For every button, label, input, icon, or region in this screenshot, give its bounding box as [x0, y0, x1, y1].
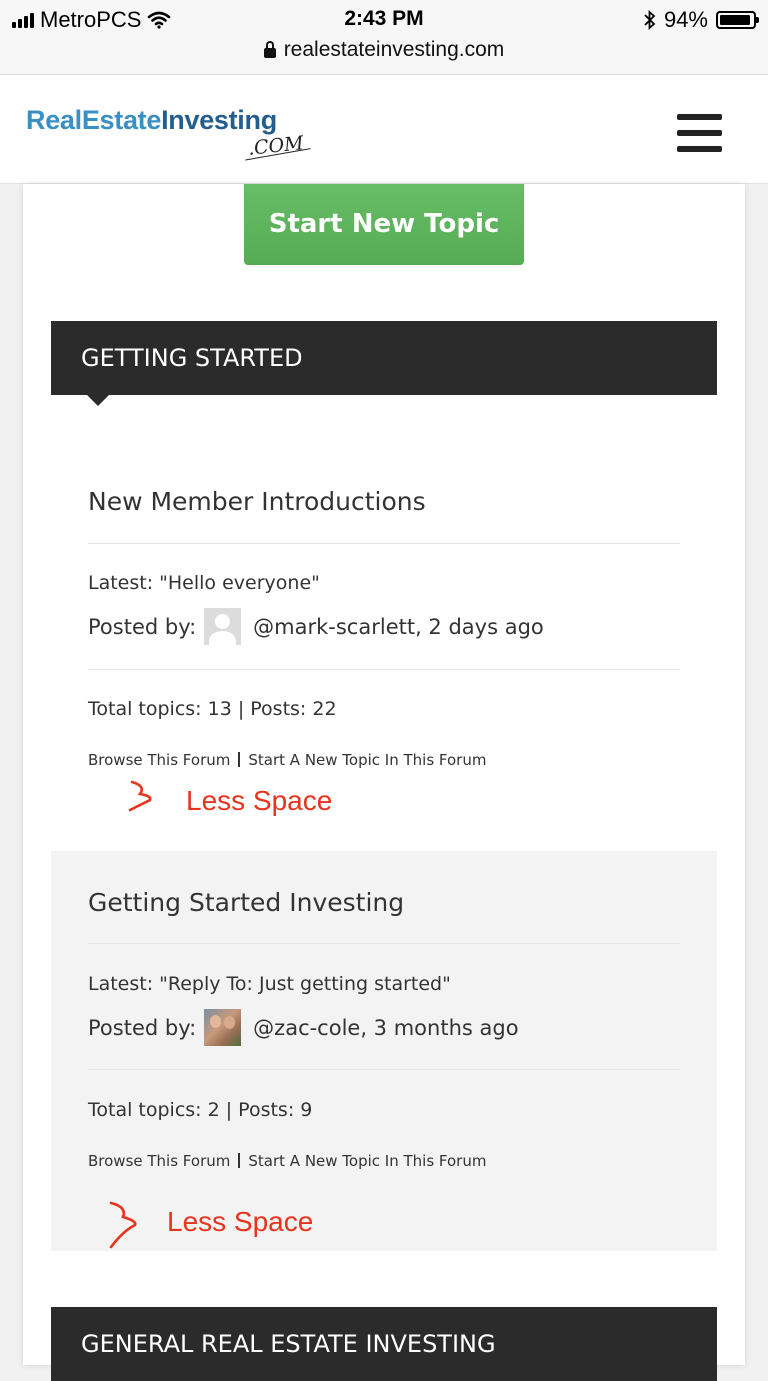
annotation-arrow — [109, 1201, 137, 1249]
posted-by: Posted by: @mark-scarlett, 2 days ago — [88, 608, 544, 645]
latest-post[interactable]: Latest: "Hello everyone" — [88, 572, 320, 594]
hamburger-menu-icon[interactable] — [677, 114, 722, 152]
posted-by-label: Posted by: — [88, 614, 197, 639]
forum-card: Start New Topic GETTING STARTED New Memb… — [23, 184, 745, 1381]
battery-icon — [716, 11, 759, 29]
posted-by: Posted by: @zac-cole, 3 months ago — [88, 1009, 519, 1046]
divider — [238, 752, 241, 767]
section-header-general-real-estate-investing: GENERAL REAL ESTATE INVESTING — [51, 1307, 717, 1381]
section-header-getting-started: GETTING STARTED — [51, 321, 717, 406]
battery-percent: 94% — [663, 7, 708, 32]
forum-totals: Total topics: 2 | Posts: 9 — [88, 1099, 313, 1121]
latest-post[interactable]: Latest: "Reply To: Just getting started" — [88, 973, 451, 995]
bluetooth-icon — [644, 10, 656, 30]
avatar[interactable] — [204, 1009, 242, 1046]
browse-forum-link[interactable]: Browse This Forum — [88, 751, 230, 769]
divider — [88, 669, 680, 670]
browse-forum-link[interactable]: Browse This Forum — [88, 1152, 230, 1170]
section-title: GENERAL REAL ESTATE INVESTING — [81, 1330, 496, 1358]
annotation-arrow — [128, 780, 152, 812]
start-topic-in-forum-link[interactable]: Start A New Topic In This Forum — [248, 751, 486, 769]
logo-text-investing: Investing — [161, 105, 277, 135]
address-bar[interactable]: realestateinvesting.com — [0, 38, 768, 75]
forum-links: Browse This Forum Start A New Topic In Th… — [88, 751, 486, 769]
caret-down-icon — [87, 395, 109, 406]
site-logo[interactable]: RealEstateInvesting .COM — [26, 105, 306, 165]
annotation-text: Less Space — [167, 1206, 314, 1237]
forum-title[interactable]: New Member Introductions — [88, 487, 426, 516]
lock-icon — [263, 40, 276, 58]
logo-text-realestate: RealEstate — [26, 105, 162, 135]
status-bar: MetroPCS 2:43 PM 94% — [0, 0, 768, 38]
posted-by-user[interactable]: @zac-cole, 3 months ago — [253, 1016, 518, 1040]
posted-by-user[interactable]: @mark-scarlett, 2 days ago — [253, 615, 544, 639]
forum-item: New Member Introductions Latest: "Hello … — [51, 447, 717, 851]
logo-text-com: .COM — [247, 132, 305, 160]
forum-item: Getting Started Investing Latest: "Reply… — [51, 851, 717, 1251]
divider — [88, 1069, 680, 1070]
status-right: 94% — [644, 7, 759, 33]
site-header: RealEstateInvesting .COM — [0, 75, 768, 184]
annotation-text: Less Space — [186, 785, 333, 816]
divider — [88, 543, 680, 544]
forum-links: Browse This Forum Start A New Topic In Th… — [88, 1152, 486, 1170]
divider — [88, 943, 680, 944]
forum-totals: Total topics: 13 | Posts: 22 — [88, 698, 337, 720]
divider — [238, 1153, 241, 1168]
section-title: GETTING STARTED — [81, 344, 303, 372]
forum-title[interactable]: Getting Started Investing — [88, 888, 404, 917]
start-topic-in-forum-link[interactable]: Start A New Topic In This Forum — [248, 1152, 486, 1170]
posted-by-label: Posted by: — [88, 1015, 197, 1040]
start-new-topic-button[interactable]: Start New Topic — [244, 184, 524, 265]
avatar[interactable] — [204, 608, 242, 645]
url-text: realestateinvesting.com — [283, 38, 505, 61]
